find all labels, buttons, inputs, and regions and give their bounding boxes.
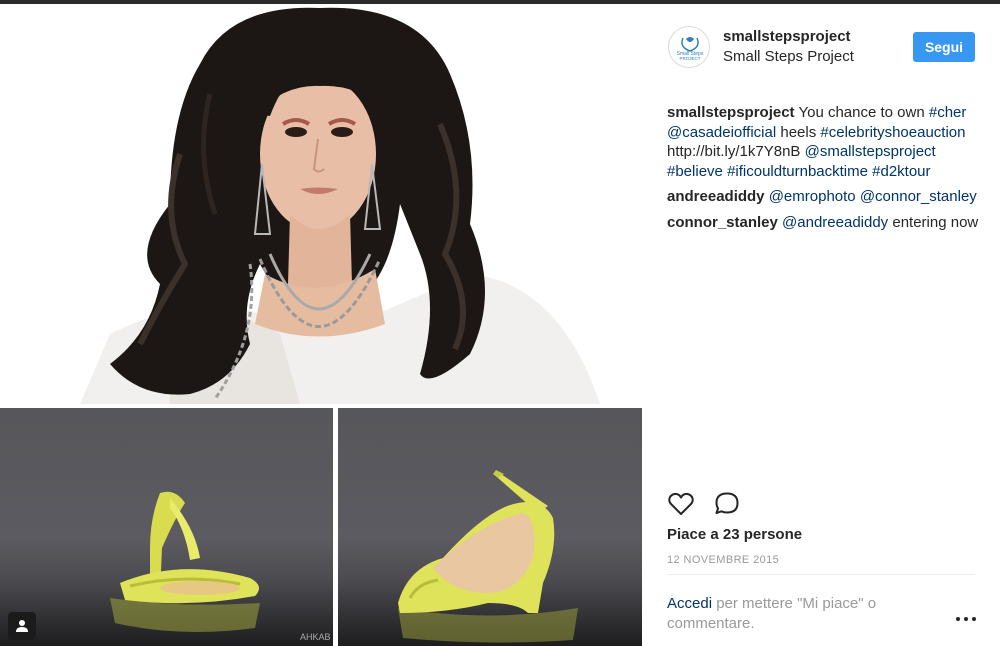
avatar[interactable]: Small Steps PROJECT — [668, 26, 710, 68]
shoe-photo-left: AHKAB — [0, 408, 333, 646]
post-date: 12 NOVEMBRE 2015 — [667, 554, 780, 566]
account-username[interactable]: smallstepsproject — [723, 28, 851, 45]
likes-count[interactable]: Piace a 23 persone — [667, 526, 802, 543]
comment-item: smallstepsproject You chance to own #che… — [667, 103, 985, 181]
login-link[interactable]: Accedi — [667, 595, 712, 612]
hashtag-link[interactable]: #d2ktour — [872, 163, 930, 180]
divider — [667, 574, 975, 575]
action-bar — [667, 490, 741, 518]
dot — [964, 617, 968, 621]
comments-list: smallstepsproject You chance to own #che… — [667, 103, 985, 238]
mention-link[interactable]: @casadeiofficial — [667, 124, 776, 141]
comment-author[interactable]: smallstepsproject — [667, 104, 795, 121]
comment-item: connor_stanley @andreeadiddy entering no… — [667, 213, 985, 233]
comment-text: http://bit.ly/1k7Y8nB — [667, 143, 801, 160]
heart-icon[interactable] — [667, 490, 695, 518]
follow-button[interactable]: Segui — [913, 32, 975, 62]
portrait-photo — [0, 4, 642, 404]
account-full-name: Small Steps Project — [723, 48, 854, 65]
comment-text: You chance to own — [798, 104, 925, 121]
login-prompt: Accedi per mettere "Mi piace" o commenta… — [667, 594, 917, 633]
comment-author[interactable]: connor_stanley — [667, 214, 778, 231]
comment-icon[interactable] — [713, 490, 741, 518]
hashtag-link[interactable]: #celebrityshoeauction — [820, 124, 965, 141]
hashtag-link[interactable]: #believe — [667, 163, 723, 180]
comment-text: entering now — [892, 213, 979, 231]
avatar-text-line2: PROJECT — [679, 56, 700, 61]
post-image[interactable]: AHKAB — [0, 4, 642, 646]
mention-link[interactable]: @smallstepsproject — [805, 143, 936, 160]
shoe-photo-right — [338, 408, 642, 646]
hashtag-link[interactable]: #cher — [929, 104, 967, 121]
person-icon[interactable] — [8, 612, 36, 640]
comment-item: andreeadiddy @emrophoto @connor_stanley — [667, 187, 985, 207]
mention-link[interactable]: @emrophoto — [769, 188, 856, 205]
comment-author[interactable]: andreeadiddy — [667, 188, 765, 205]
dot — [956, 617, 960, 621]
mention-link[interactable]: @andreeadiddy — [782, 214, 888, 231]
mention-link[interactable]: @connor_stanley — [860, 188, 977, 205]
more-options-icon[interactable] — [956, 612, 976, 626]
watermark-text: AHKAB — [300, 632, 331, 642]
dot — [972, 617, 976, 621]
post-header: Small Steps PROJECT smallstepsproject Sm… — [642, 4, 1000, 94]
hashtag-link[interactable]: #ificouldturnbacktime — [727, 163, 868, 180]
post-sidebar: Small Steps PROJECT smallstepsproject Sm… — [642, 4, 1000, 646]
comment-text: heels — [780, 123, 817, 141]
